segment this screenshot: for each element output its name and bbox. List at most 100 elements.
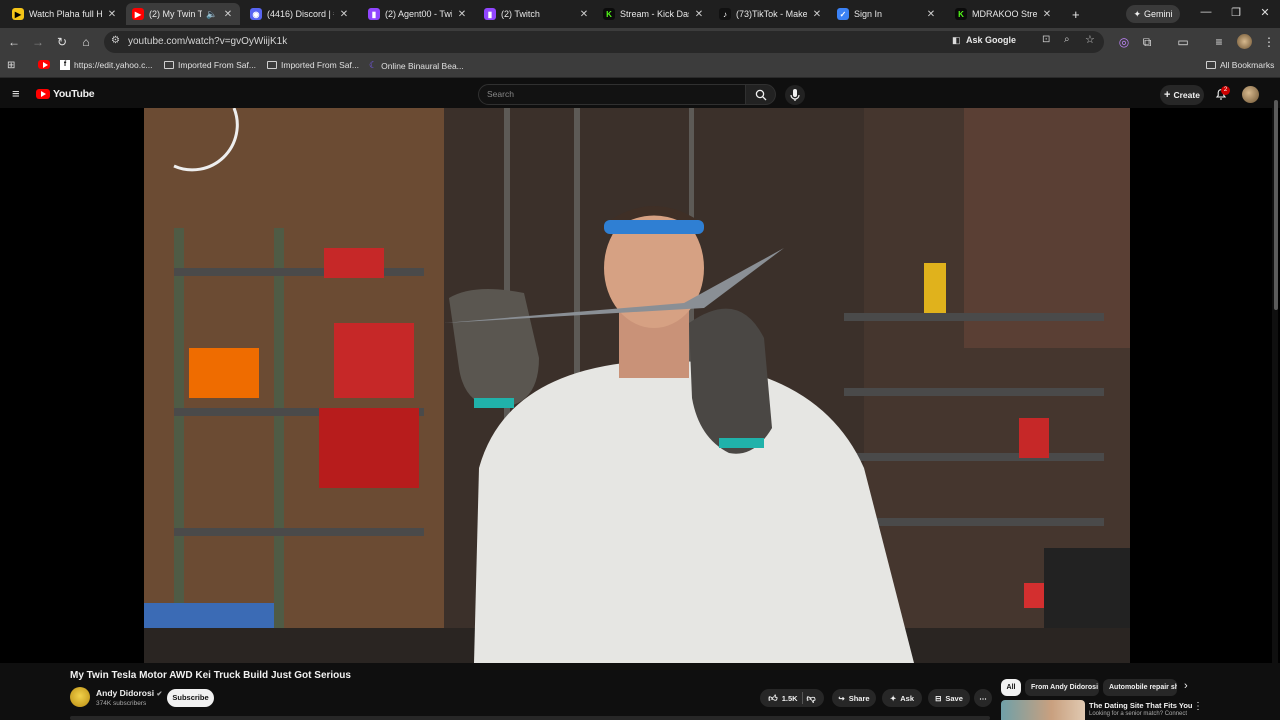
- dislike-button[interactable]: 👎︎: [807, 693, 816, 704]
- notification-count-badge: 2: [1221, 86, 1230, 95]
- close-icon[interactable]: ✕: [222, 9, 234, 20]
- like-dislike-group: 👍︎ 1.5K 👎︎: [760, 689, 824, 707]
- ad-thumbnail[interactable]: [1001, 700, 1085, 720]
- tab-8[interactable]: ✓ Sign In ✕: [831, 3, 943, 25]
- tab-label: (2) Twitch: [501, 9, 540, 19]
- close-icon[interactable]: ✕: [693, 9, 705, 20]
- close-icon[interactable]: ✕: [925, 9, 937, 20]
- ask-google-button[interactable]: Ask Google: [966, 35, 1016, 45]
- tab-5[interactable]: ▮ (2) Twitch ✕: [478, 3, 596, 25]
- close-icon[interactable]: ✕: [456, 9, 468, 20]
- gemini-button[interactable]: ✦ Gemini: [1126, 5, 1180, 23]
- channel-avatar[interactable]: [70, 687, 90, 707]
- bookmark-folder-2[interactable]: Imported From Saf...: [267, 60, 359, 70]
- tab-3[interactable]: ◉ (4416) Discord | # ✕: [244, 3, 356, 25]
- share-button[interactable]: ↪ Share: [832, 689, 876, 707]
- close-icon[interactable]: ✕: [1041, 9, 1053, 20]
- all-bookmarks[interactable]: All Bookmarks: [1206, 60, 1274, 70]
- ad-menu-icon[interactable]: ⋮: [1193, 701, 1203, 712]
- bookmark-yahoo[interactable]: f https://edit.yahoo.c...: [60, 60, 152, 70]
- chip-automobile[interactable]: Automobile repair sh: [1103, 679, 1177, 696]
- folder-icon: [267, 61, 277, 69]
- ad-title[interactable]: The Dating Site That Fits You: [1089, 701, 1192, 710]
- restore-icon[interactable]: ❐: [1228, 6, 1244, 22]
- tab-label: (4416) Discord | #: [267, 9, 334, 19]
- bookmark-youtube[interactable]: [38, 60, 50, 69]
- share-label: Share: [848, 693, 870, 703]
- bookmark-label: Imported From Saf...: [281, 60, 359, 70]
- bookmark-star-icon[interactable]: ☆: [1085, 33, 1095, 46]
- chip-all[interactable]: All: [1001, 679, 1021, 696]
- bookmark-label: Online Binaural Bea...: [381, 60, 464, 71]
- close-icon[interactable]: ✕: [578, 9, 590, 20]
- tab-label: MDRAKOO Stream: [972, 9, 1037, 19]
- install-app-icon[interactable]: ⊡: [1042, 34, 1050, 45]
- like-button[interactable]: 👍︎ 1.5K: [768, 693, 797, 704]
- tab-1[interactable]: ▶ Watch Plaha full HD ✕: [6, 3, 124, 25]
- sparkle-icon: ✦: [1133, 8, 1142, 19]
- video-player[interactable]: [0, 108, 1280, 663]
- extension-colorful-icon[interactable]: ◎: [1116, 34, 1132, 50]
- search-input[interactable]: Search: [478, 84, 746, 105]
- new-tab-button[interactable]: +: [1066, 3, 1082, 25]
- bookmark-label: Imported From Saf...: [178, 60, 256, 70]
- close-window-icon[interactable]: ✕: [1257, 6, 1273, 22]
- tab-2-active[interactable]: ▶ (2) My Twin Tesla 🔈 ✕: [126, 3, 240, 25]
- ask-button[interactable]: ✦ Ask: [882, 689, 922, 707]
- voice-search-button[interactable]: [785, 85, 805, 105]
- save-icon: ⊟: [935, 693, 942, 703]
- site-info-icon[interactable]: ⚙: [111, 35, 120, 46]
- tab-6[interactable]: K Stream - Kick Dashb ✕: [597, 3, 711, 25]
- ad-subtitle: Looking for a senior match? Connect: [1089, 711, 1188, 717]
- create-button[interactable]: + Create: [1160, 85, 1204, 105]
- twitch-icon: ▮: [484, 8, 496, 20]
- profile-avatar[interactable]: [1237, 34, 1252, 49]
- more-actions-button[interactable]: ⋯: [974, 689, 992, 707]
- bookmark-folder-1[interactable]: Imported From Saf...: [164, 60, 256, 70]
- search-button[interactable]: [746, 84, 776, 105]
- subscribe-button[interactable]: Subscribe: [167, 689, 214, 707]
- close-icon[interactable]: ✕: [106, 9, 118, 20]
- video-frame[interactable]: [144, 108, 1130, 663]
- more-horizontal-icon: ⋯: [979, 693, 987, 703]
- chevron-right-icon[interactable]: ›: [1184, 680, 1188, 692]
- tab-label: (2) Agent00 - Twitch: [385, 9, 452, 19]
- video-scene-illustration: [144, 108, 1130, 663]
- save-button[interactable]: ⊟ Save: [928, 689, 970, 707]
- zoom-icon[interactable]: ⌕: [1064, 34, 1070, 45]
- address-bar[interactable]: ⚙ youtube.com/watch?v=gvOyWiijK1k ◧ Ask …: [104, 31, 1104, 53]
- tab-label: (2) My Twin Tesla: [149, 9, 202, 19]
- account-avatar[interactable]: [1242, 86, 1259, 103]
- tab-4[interactable]: ▮ (2) Agent00 - Twitch ✕: [362, 3, 474, 25]
- apps-grid-icon[interactable]: ⊞: [7, 60, 15, 71]
- hamburger-menu-icon[interactable]: ≡: [12, 86, 20, 101]
- more-menu-icon[interactable]: ⋮: [1261, 34, 1277, 50]
- browser-tab-strip: ▶ Watch Plaha full HD ✕ ▶ (2) My Twin Te…: [0, 0, 1280, 28]
- tab-7[interactable]: ♪ (73)TikTok - Make Y ✕: [713, 3, 829, 25]
- extensions-icon[interactable]: ⧉: [1139, 34, 1155, 50]
- bookmark-binaural[interactable]: ☾ Online Binaural Bea...: [369, 60, 464, 71]
- channel-name[interactable]: Andy Didorosi ✔: [96, 688, 162, 698]
- minimize-icon[interactable]: —: [1198, 6, 1214, 22]
- youtube-logo[interactable]: YouTube: [36, 88, 95, 100]
- channel-name-text: Andy Didorosi: [96, 688, 155, 698]
- back-icon[interactable]: ←: [6, 34, 22, 50]
- verified-icon: ✔: [156, 691, 163, 698]
- close-icon[interactable]: ✕: [338, 9, 350, 20]
- youtube-header: ≡ YouTube Search + Create: [0, 82, 1280, 108]
- home-icon[interactable]: ⌂: [78, 34, 94, 50]
- media-controls-icon[interactable]: ≡: [1211, 34, 1227, 50]
- close-icon[interactable]: ✕: [811, 9, 823, 20]
- forward-icon[interactable]: →: [30, 34, 46, 50]
- reload-icon[interactable]: ↻: [54, 34, 70, 50]
- search-icon: [755, 89, 766, 101]
- speaker-icon[interactable]: 🔈: [206, 9, 218, 20]
- tab-9[interactable]: K MDRAKOO Stream ✕: [949, 3, 1059, 25]
- url-text[interactable]: youtube.com/watch?v=gvOyWiijK1k: [128, 36, 287, 47]
- like-count: 1.5K: [781, 693, 798, 703]
- create-label: Create: [1173, 90, 1200, 100]
- chip-from-channel[interactable]: From Andy Didorosi: [1025, 679, 1099, 696]
- google-lens-icon: ◧: [952, 35, 961, 45]
- scrollbar-thumb[interactable]: [1274, 100, 1278, 310]
- side-panel-icon[interactable]: ▭: [1175, 34, 1191, 50]
